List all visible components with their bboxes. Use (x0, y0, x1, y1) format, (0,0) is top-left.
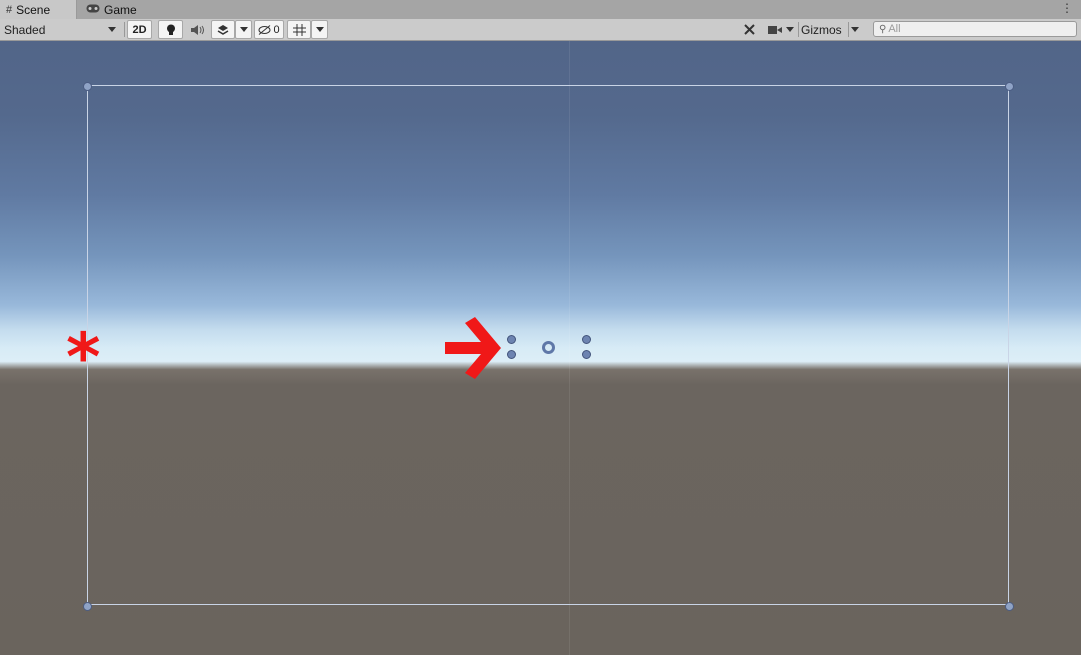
toggle-2d-button[interactable]: 2D (127, 20, 152, 39)
audio-toggle-button[interactable] (185, 20, 208, 39)
gizmo-handle[interactable] (582, 335, 591, 344)
grid-icon: # (6, 3, 13, 16)
lighting-toggle-button[interactable] (158, 20, 183, 39)
gizmos-button[interactable]: Gizmos (801, 20, 847, 39)
gizmo-handle[interactable] (507, 335, 516, 344)
grid-dropdown[interactable] (311, 20, 328, 39)
red-arrow-annotation (445, 317, 501, 379)
tab-scene-label: Scene (16, 2, 51, 17)
frame-corner-handle[interactable] (1005, 82, 1014, 91)
scene-toolbar: Shaded 2D 0 Gizmos ⚲ (0, 19, 1081, 41)
tools-icon (743, 24, 755, 35)
camera-settings-dropdown[interactable] (765, 20, 797, 39)
draw-mode-label: Shaded (4, 22, 46, 37)
camera-icon (768, 25, 782, 34)
tools-button[interactable] (738, 20, 760, 39)
chevron-down-icon (239, 27, 248, 32)
more-options-icon[interactable]: ⋮ (1061, 1, 1073, 15)
tab-game[interactable]: Game (80, 0, 150, 19)
chevron-down-icon (108, 27, 116, 32)
gizmos-label: Gizmos (801, 22, 842, 37)
tab-scene[interactable]: # Scene (0, 0, 77, 19)
lightbulb-icon (166, 24, 175, 35)
hierarchy-search[interactable]: ⚲ (873, 21, 1077, 37)
hidden-count: 0 (273, 23, 280, 36)
search-input[interactable] (888, 23, 1069, 35)
chevron-down-icon (315, 27, 324, 32)
effects-toggle-button[interactable] (211, 20, 235, 39)
layers-icon (217, 25, 229, 35)
draw-mode-dropdown[interactable]: Shaded (4, 20, 120, 39)
toolbar-divider (124, 22, 125, 37)
grid-snap-icon (292, 23, 306, 36)
search-icon: ⚲ (879, 23, 887, 35)
red-asterisk-annotation: * (66, 319, 101, 396)
chevron-down-icon (851, 27, 859, 32)
window-tab-bar: # Scene Game ⋮ (0, 0, 1081, 20)
toolbar-divider (848, 22, 849, 37)
hidden-eye-icon (258, 24, 271, 35)
gizmo-handle[interactable] (582, 350, 591, 359)
effects-dropdown[interactable] (235, 20, 252, 39)
toggle-2d-label: 2D (132, 23, 147, 36)
frame-corner-handle[interactable] (1005, 602, 1014, 611)
pivot-ring-icon[interactable] (542, 341, 555, 354)
gizmos-dropdown[interactable] (851, 20, 865, 39)
chevron-down-icon (786, 27, 794, 32)
frame-corner-handle[interactable] (83, 602, 92, 611)
tab-game-label: Game (104, 2, 137, 17)
toolbar-divider (798, 22, 799, 37)
speaker-icon (190, 24, 204, 35)
gamepad-icon (86, 4, 100, 16)
frame-corner-handle[interactable] (83, 82, 92, 91)
gizmo-handle[interactable] (507, 350, 516, 359)
grid-toggle-button[interactable] (287, 20, 311, 39)
scene-viewport[interactable]: * (0, 41, 1081, 655)
scene-visibility-button[interactable]: 0 (254, 20, 284, 39)
